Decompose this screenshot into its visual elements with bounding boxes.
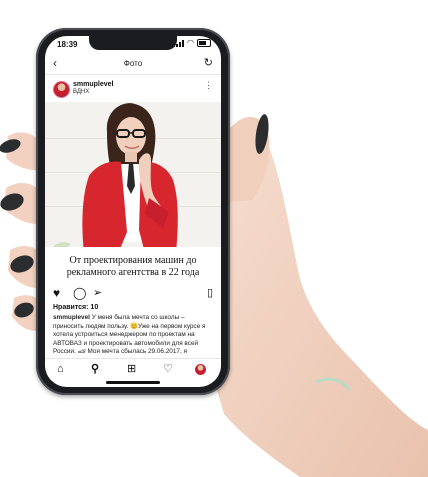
post-description: smmuplevel У меня была мечта со школы – … [53, 314, 215, 357]
profile-avatar-icon[interactable] [195, 364, 206, 375]
add-post-icon[interactable]: ⊞ [127, 363, 136, 375]
phone-screen: 18:39 ◠ ‹ Фото ↻ smmuplevel ВДНХ ⋮ От пр… [45, 36, 221, 387]
battery-icon [197, 39, 211, 47]
bottom-tab-bar: ⌂ ⚲ ⊞ ♡ [45, 358, 221, 381]
post-photo-illustration [45, 102, 221, 261]
avatar[interactable] [53, 81, 70, 98]
post-username[interactable]: smmuplevel [73, 81, 113, 88]
post-header: smmuplevel ВДНХ ⋮ [45, 78, 221, 100]
bookmark-icon[interactable]: ▯ [207, 286, 213, 300]
page-title: Фото [123, 59, 143, 68]
likes-count[interactable]: Нравится: 10 [53, 304, 98, 311]
mockup-scene: 18:39 ◠ ‹ Фото ↻ smmuplevel ВДНХ ⋮ От пр… [0, 0, 428, 477]
home-icon[interactable]: ⌂ [57, 363, 64, 375]
send-icon[interactable]: ➢ [93, 286, 102, 300]
post-image[interactable] [45, 102, 221, 261]
comment-icon[interactable]: ◯ [73, 286, 86, 300]
wifi-icon: ◠ [187, 38, 194, 47]
post-location[interactable]: ВДНХ [73, 89, 89, 95]
description-username[interactable]: smmuplevel [53, 314, 90, 321]
more-dots-icon[interactable]: ⋮ [204, 81, 213, 90]
post-image-title: От проектирования машин до рекламного аг… [66, 255, 200, 278]
home-indicator [106, 381, 160, 384]
refresh-icon[interactable]: ↻ [204, 57, 213, 69]
phone-notch [89, 36, 177, 50]
heart-filled-icon[interactable]: ♥ [53, 286, 60, 300]
status-time: 18:39 [57, 40, 78, 49]
heart-outline-icon[interactable]: ♡ [163, 363, 173, 375]
header-divider [45, 74, 221, 75]
post-actions: ♥ ◯ ➢ ▯ [45, 286, 221, 302]
status-indicators: ◠ [173, 39, 211, 47]
app-header: ‹ Фото ↻ [45, 56, 221, 72]
search-icon[interactable]: ⚲ [91, 363, 99, 375]
